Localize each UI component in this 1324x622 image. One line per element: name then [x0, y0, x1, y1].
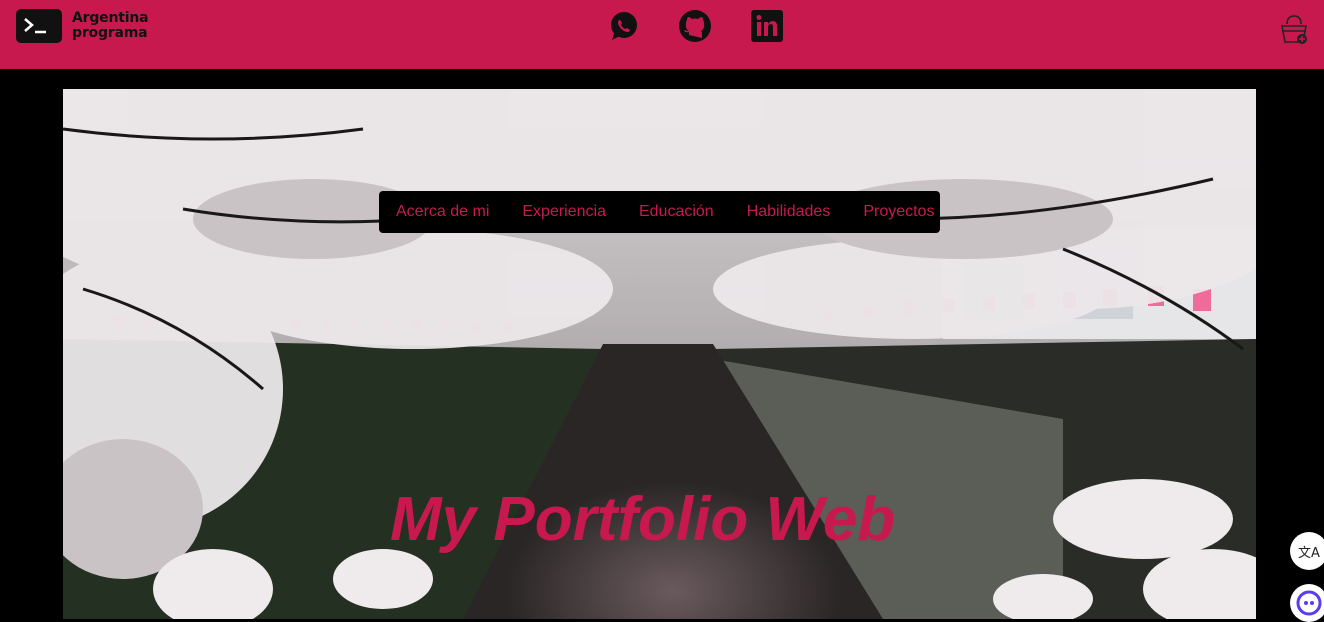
hero-banner: Acerca de mi Experiencia Educación Habil…	[63, 89, 1256, 619]
linkedin-link[interactable]	[749, 8, 785, 44]
github-link[interactable]	[677, 8, 713, 44]
brand-name: Argentina programa	[72, 10, 149, 41]
nav-link-about[interactable]: Acerca de mi	[396, 203, 489, 221]
linkedin-icon	[751, 10, 783, 42]
brand-line-2: programa	[72, 25, 148, 41]
translate-icon: 文A	[1298, 545, 1320, 561]
top-navbar: Argentina programa	[0, 0, 1324, 69]
nav-link-skills[interactable]: Habilidades	[747, 203, 831, 221]
whatsapp-icon	[611, 12, 637, 40]
cart-button[interactable]	[1276, 12, 1310, 46]
section-nav: Acerca de mi Experiencia Educación Habil…	[379, 191, 940, 233]
nav-link-projects[interactable]: Proyectos	[863, 203, 934, 221]
nav-link-experience[interactable]: Experiencia	[522, 203, 606, 221]
brand-line-1: Argentina	[72, 10, 149, 26]
brand-logo[interactable]: Argentina programa	[16, 9, 149, 43]
assistant-icon	[1296, 590, 1322, 616]
basket-add-icon	[1281, 15, 1307, 44]
hero-title: My Portfolio Web	[390, 485, 896, 554]
terminal-icon	[16, 9, 62, 43]
whatsapp-link[interactable]	[606, 8, 642, 44]
github-icon	[679, 10, 711, 42]
nav-link-education[interactable]: Educación	[639, 203, 714, 221]
assistant-button[interactable]	[1290, 584, 1324, 622]
translate-button[interactable]: 文A	[1290, 532, 1324, 570]
